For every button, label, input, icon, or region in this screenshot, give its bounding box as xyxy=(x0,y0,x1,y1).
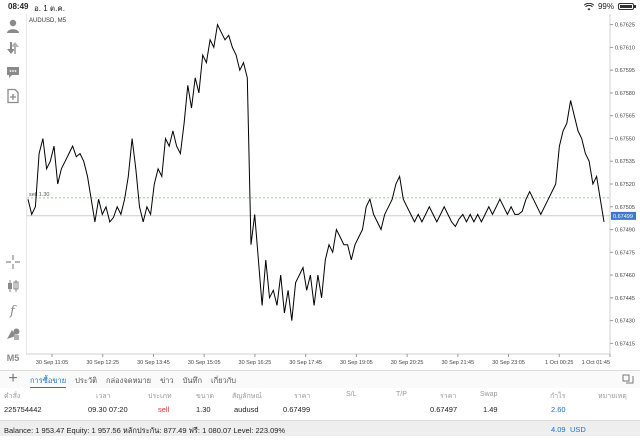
battery-icon xyxy=(618,3,636,10)
y-tick-label: 0.67550 xyxy=(615,136,635,142)
timeframe-button[interactable]: M5 xyxy=(5,350,21,366)
wifi-icon xyxy=(583,2,594,10)
order-symbol: audusd xyxy=(234,405,259,414)
total-profit: 4.09 xyxy=(551,425,566,434)
order-profit: 2.60 xyxy=(551,405,566,414)
column-sl: S/L xyxy=(346,391,357,398)
new-document-icon[interactable] xyxy=(5,88,21,104)
chart-svg[interactable]: 0.67625 0.67610 0.67595 0.67580 0.67565 0.675… xyxy=(25,14,640,366)
orders-table-header: คำสั่ง เวลา ประเภท ขนาด สัญลักษณ์ ราคา S… xyxy=(0,388,640,402)
x-tick-label: 30 Sep 12:25 xyxy=(86,360,119,366)
tab-trade[interactable]: การซื้อขาย xyxy=(30,375,67,388)
column-profit: กำไร xyxy=(550,393,566,400)
y-tick-label: 0.67445 xyxy=(615,296,635,302)
x-tick-label: 1 Oct 00:25 xyxy=(545,360,573,366)
column-swap: Swap xyxy=(480,391,498,398)
column-open-price: ราคา xyxy=(294,393,311,400)
y-tick-label: 0.67430 xyxy=(615,319,635,325)
x-tick-label: 30 Sep 20:25 xyxy=(391,360,424,366)
y-tick-label: 0.67535 xyxy=(615,159,635,165)
status-bar: 08:49 อ. 1 ต.ค. 99% xyxy=(0,0,640,14)
y-tick-label: 0.67415 xyxy=(615,341,635,347)
order-swap: 1.49 xyxy=(483,405,498,414)
column-current-price: ราคา xyxy=(440,393,457,400)
order-time: 09.30 07:20 xyxy=(88,405,128,414)
x-tick-label: 30 Sep 13:45 xyxy=(137,360,170,366)
x-tick-label: 30 Sep 17:45 xyxy=(289,360,322,366)
tab-journal[interactable]: บันทึก xyxy=(183,375,202,388)
y-tick-label: 0.67625 xyxy=(615,23,635,29)
x-tick-label: 1 Oct 01:45 xyxy=(582,360,610,366)
account-icon[interactable] xyxy=(5,18,21,34)
y-tick-label: 0.67580 xyxy=(615,91,635,97)
table-row[interactable]: 225754442 09.30 07:20 sell 1.30 audusd 0… xyxy=(0,402,640,418)
left-toolbar: f M5 xyxy=(0,14,26,366)
tab-about[interactable]: เกี่ยวกับ xyxy=(211,375,236,388)
crosshair-icon[interactable] xyxy=(5,254,21,270)
x-tick-label: 30 Sep 11:05 xyxy=(36,360,68,366)
x-tick-label: 30 Sep 21:45 xyxy=(441,360,474,366)
x-tick-label: 30 Sep 19:05 xyxy=(340,360,373,366)
balance-bar: Balance: 1 953.47 Equity: 1 957.56 หลักป… xyxy=(0,420,640,436)
status-right: 99% xyxy=(583,2,636,11)
order-open-price: 0.67499 xyxy=(283,405,311,414)
x-tick-label: 30 Sep 16:25 xyxy=(239,360,272,366)
order-size: 1.30 xyxy=(196,405,211,414)
column-symbol: สัญลักษณ์ xyxy=(232,393,262,400)
order-type: sell xyxy=(158,405,170,414)
y-tick-label: 0.67505 xyxy=(615,205,635,211)
terminal-tab-bar: + การซื้อขาย ประวัติ กล่องจดหมาย ข่าว บั… xyxy=(0,370,640,388)
y-tick-label: 0.67490 xyxy=(615,228,635,234)
chat-icon[interactable] xyxy=(5,64,21,80)
terminal-tabs: การซื้อขาย ประวัติ กล่องจดหมาย ข่าว บันท… xyxy=(30,375,236,388)
y-tick-label: 0.67520 xyxy=(615,182,635,188)
tab-mailbox[interactable]: กล่องจดหมาย xyxy=(106,375,151,388)
order-id: 225754442 xyxy=(4,405,42,414)
column-type: ประเภท xyxy=(148,393,172,400)
column-order: คำสั่ง xyxy=(4,393,21,400)
order-level-label: sell 1.30 xyxy=(29,192,50,198)
y-tick-label: 0.67460 xyxy=(615,273,635,279)
y-tick-label: 0.67565 xyxy=(615,114,635,120)
order-current-price: 0.67497 xyxy=(430,405,458,414)
add-order-button[interactable]: + xyxy=(6,371,20,387)
y-tick-label: 0.67595 xyxy=(615,68,635,74)
column-size: ขนาด xyxy=(196,393,215,400)
price-chart[interactable]: 0.67625 0.67610 0.67595 0.67580 0.67565 0.675… xyxy=(25,14,640,366)
x-tick-label: 30 Sep 23:05 xyxy=(492,360,525,366)
y-tick-label: 0.67610 xyxy=(615,45,635,51)
status-time: 08:49 xyxy=(8,2,29,11)
current-price-tag-label: 0.67499 xyxy=(613,214,633,220)
trade-arrows-icon[interactable] xyxy=(5,40,21,56)
column-comment: หมายเหตุ xyxy=(598,393,627,400)
tab-news[interactable]: ข่าว xyxy=(160,375,174,388)
svg-text:f: f xyxy=(9,304,17,318)
chart-symbol-label: AUDUSD, M5 xyxy=(29,18,67,24)
objects-icon[interactable] xyxy=(5,326,21,342)
x-tick-label: 30 Sep 15:05 xyxy=(188,360,221,366)
account-currency: USD xyxy=(570,425,586,434)
battery-percent: 99% xyxy=(597,2,614,11)
terminal-settings-icon[interactable] xyxy=(622,374,634,386)
indicator-icon[interactable]: f xyxy=(5,302,21,319)
column-time: เวลา xyxy=(96,393,111,400)
column-tp: T/P xyxy=(396,391,407,398)
tab-history[interactable]: ประวัติ xyxy=(75,375,97,388)
balance-summary: Balance: 1 953.47 Equity: 1 957.56 หลักป… xyxy=(4,426,286,435)
y-tick-label: 0.67475 xyxy=(615,250,635,256)
chart-type-icon[interactable] xyxy=(5,278,21,294)
